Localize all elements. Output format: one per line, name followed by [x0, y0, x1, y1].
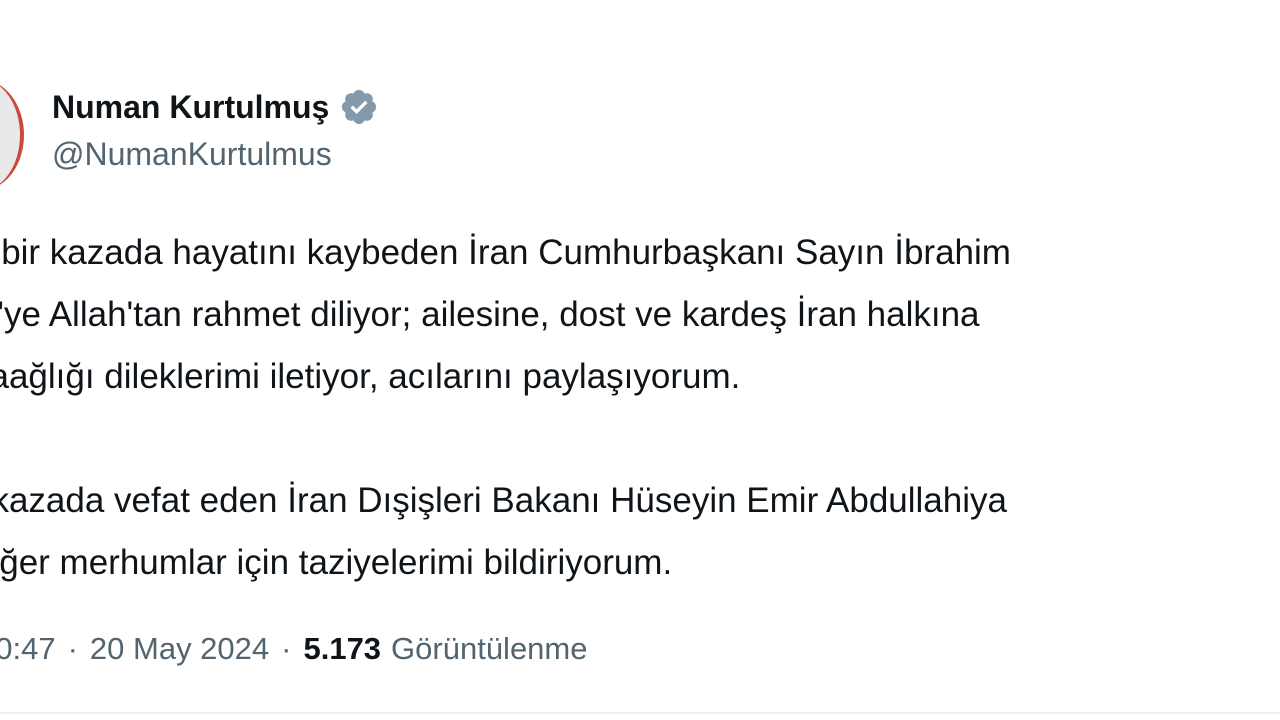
- avatar[interactable]: [0, 80, 24, 190]
- author-display-name[interactable]: Numan Kurtulmuş: [52, 89, 329, 126]
- meta-separator: ·: [67, 631, 78, 666]
- tweet-text-line: saağlığı dileklerimi iletiyor, acılarını…: [0, 357, 741, 396]
- tweet-text: n bir kazada hayatını kaybeden İran Cumh…: [0, 222, 1280, 594]
- tweet-text-line: si'ye Allah'tan rahmet diliyor; ailesine…: [0, 295, 980, 334]
- author-handle[interactable]: @NumanKurtulmus: [52, 136, 332, 173]
- views-count[interactable]: 5.173: [303, 631, 381, 667]
- author-row: Numan Kurtulmuş: [52, 84, 379, 130]
- tweet-view: Numan Kurtulmuş @NumanKurtulmus n bir ka…: [0, 0, 1280, 720]
- tweet-text-line: diğer merhumlar için taziyelerimi bildir…: [0, 543, 673, 582]
- tweet-text-line: n bir kazada hayatını kaybeden İran Cumh…: [0, 233, 1011, 272]
- tweet-text-line: ı kazada vefat eden İran Dışişleri Bakan…: [0, 481, 1007, 520]
- divider: [0, 712, 1280, 714]
- meta-separator: ·: [281, 631, 292, 666]
- tweet-meta: 10:47 · 20 May 2024 · 5.173 Görüntülenme: [0, 624, 588, 674]
- verified-badge-icon: [339, 87, 379, 127]
- tweet-date[interactable]: 20 May 2024: [90, 631, 269, 667]
- tweet-time[interactable]: 10:47: [0, 631, 56, 667]
- views-label[interactable]: Görüntülenme: [391, 631, 587, 667]
